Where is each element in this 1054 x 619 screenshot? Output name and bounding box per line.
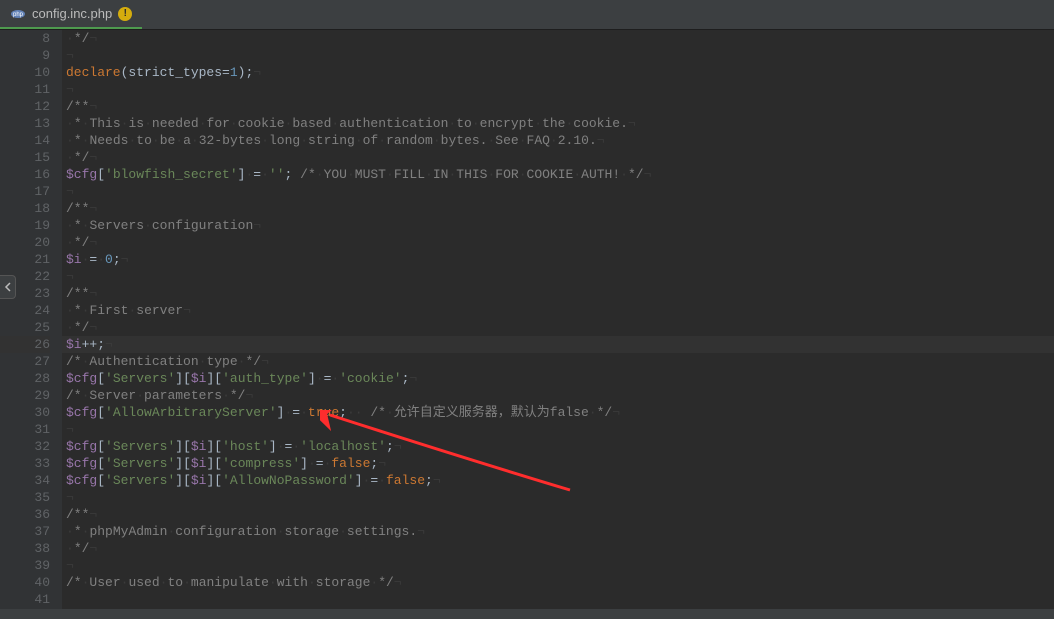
code-line[interactable]: $cfg['Servers'][$i]['host']·=·'localhost… (66, 438, 1054, 455)
line-number: 15 (0, 149, 50, 166)
code-line[interactable]: ·*/¬ (66, 234, 1054, 251)
line-number: 28 (0, 370, 50, 387)
tab-bar: php config.inc.php ! (0, 0, 1054, 30)
code-line[interactable]: /**¬ (66, 98, 1054, 115)
code-line[interactable]: ¬ (66, 268, 1054, 285)
code-line[interactable]: ¬ (66, 81, 1054, 98)
line-number: 10 (0, 64, 50, 81)
line-number: 38 (0, 540, 50, 557)
code-content[interactable]: ·*/¬¬declare(strict_types=1);¬¬/**¬·*·Th… (62, 30, 1054, 609)
code-line[interactable]: ¬ (66, 47, 1054, 64)
line-number: 14 (0, 132, 50, 149)
code-line[interactable]: ·*·First·server¬ (66, 302, 1054, 319)
line-number: 8 (0, 30, 50, 47)
line-number: 35 (0, 489, 50, 506)
line-number: 27 (0, 353, 50, 370)
line-number: 41 (0, 591, 50, 608)
code-line[interactable]: ¬ (66, 489, 1054, 506)
line-number: 25 (0, 319, 50, 336)
code-line[interactable]: /*·User·used·to·manipulate·with·storage·… (66, 574, 1054, 591)
line-number: 31 (0, 421, 50, 438)
code-line[interactable]: /**¬ (66, 200, 1054, 217)
code-line[interactable]: ¬ (66, 183, 1054, 200)
line-number: 37 (0, 523, 50, 540)
code-line[interactable]: ¬ (66, 421, 1054, 438)
code-line[interactable]: $cfg['Servers'][$i]['AllowNoPassword']·=… (66, 472, 1054, 489)
line-number: 21 (0, 251, 50, 268)
code-line[interactable]: ·*/¬ (66, 319, 1054, 336)
line-number: 26 (0, 336, 50, 353)
code-line[interactable]: /*·Authentication·type·*/¬ (66, 353, 1054, 370)
code-line[interactable]: $cfg['Servers'][$i]['auth_type']·=·'cook… (66, 370, 1054, 387)
code-line[interactable]: ·*/¬ (66, 149, 1054, 166)
line-number: 12 (0, 98, 50, 115)
tab-filename: config.inc.php (32, 6, 112, 21)
code-line[interactable]: /**¬ (66, 506, 1054, 523)
line-number: 13 (0, 115, 50, 132)
line-number: 17 (0, 183, 50, 200)
code-line[interactable]: ·*·This·is·needed·for·cookie·based·authe… (66, 115, 1054, 132)
code-line[interactable]: $cfg['AllowArbitraryServer']·=·true;·· /… (66, 404, 1054, 421)
code-line[interactable]: declare(strict_types=1);¬ (66, 64, 1054, 81)
code-line[interactable]: ·*·phpMyAdmin·configuration·storage·sett… (66, 523, 1054, 540)
line-number: 36 (0, 506, 50, 523)
line-number: 39 (0, 557, 50, 574)
code-line[interactable]: ·*/¬ (66, 30, 1054, 47)
code-line[interactable]: ¬ (66, 557, 1054, 574)
code-line[interactable] (66, 591, 1054, 608)
line-number: 33 (0, 455, 50, 472)
line-number: 19 (0, 217, 50, 234)
line-number: 34 (0, 472, 50, 489)
line-number: 30 (0, 404, 50, 421)
line-number: 20 (0, 234, 50, 251)
code-line[interactable]: ·*·Servers·configuration¬ (66, 217, 1054, 234)
line-number-gutter: 8910111213141516171819202122232425262728… (0, 30, 62, 609)
code-line[interactable]: $i++;¬ (66, 336, 1054, 353)
php-file-icon: php (10, 6, 26, 22)
code-line[interactable]: ·*/¬ (66, 540, 1054, 557)
code-line[interactable]: ·*·Needs·to·be·a·32-bytes·long·string·of… (66, 132, 1054, 149)
code-line[interactable]: $i·=·0;¬ (66, 251, 1054, 268)
line-number: 32 (0, 438, 50, 455)
code-line[interactable]: /**¬ (66, 285, 1054, 302)
warning-icon: ! (118, 7, 132, 21)
code-line[interactable]: $cfg['blowfish_secret']·=·''; /*·YOU·MUS… (66, 166, 1054, 183)
line-number: 40 (0, 574, 50, 591)
line-number: 9 (0, 47, 50, 64)
svg-text:php: php (13, 12, 24, 18)
line-number: 16 (0, 166, 50, 183)
code-line[interactable]: $cfg['Servers'][$i]['compress']·=·false;… (66, 455, 1054, 472)
code-line[interactable]: /*·Server·parameters·*/¬ (66, 387, 1054, 404)
line-number: 18 (0, 200, 50, 217)
horizontal-scrollbar[interactable] (0, 609, 1054, 619)
line-number: 29 (0, 387, 50, 404)
line-number: 11 (0, 81, 50, 98)
editor-tab[interactable]: php config.inc.php ! (0, 0, 142, 29)
line-number: 24 (0, 302, 50, 319)
editor[interactable]: 8910111213141516171819202122232425262728… (0, 30, 1054, 609)
side-panel-handle[interactable] (0, 275, 16, 299)
